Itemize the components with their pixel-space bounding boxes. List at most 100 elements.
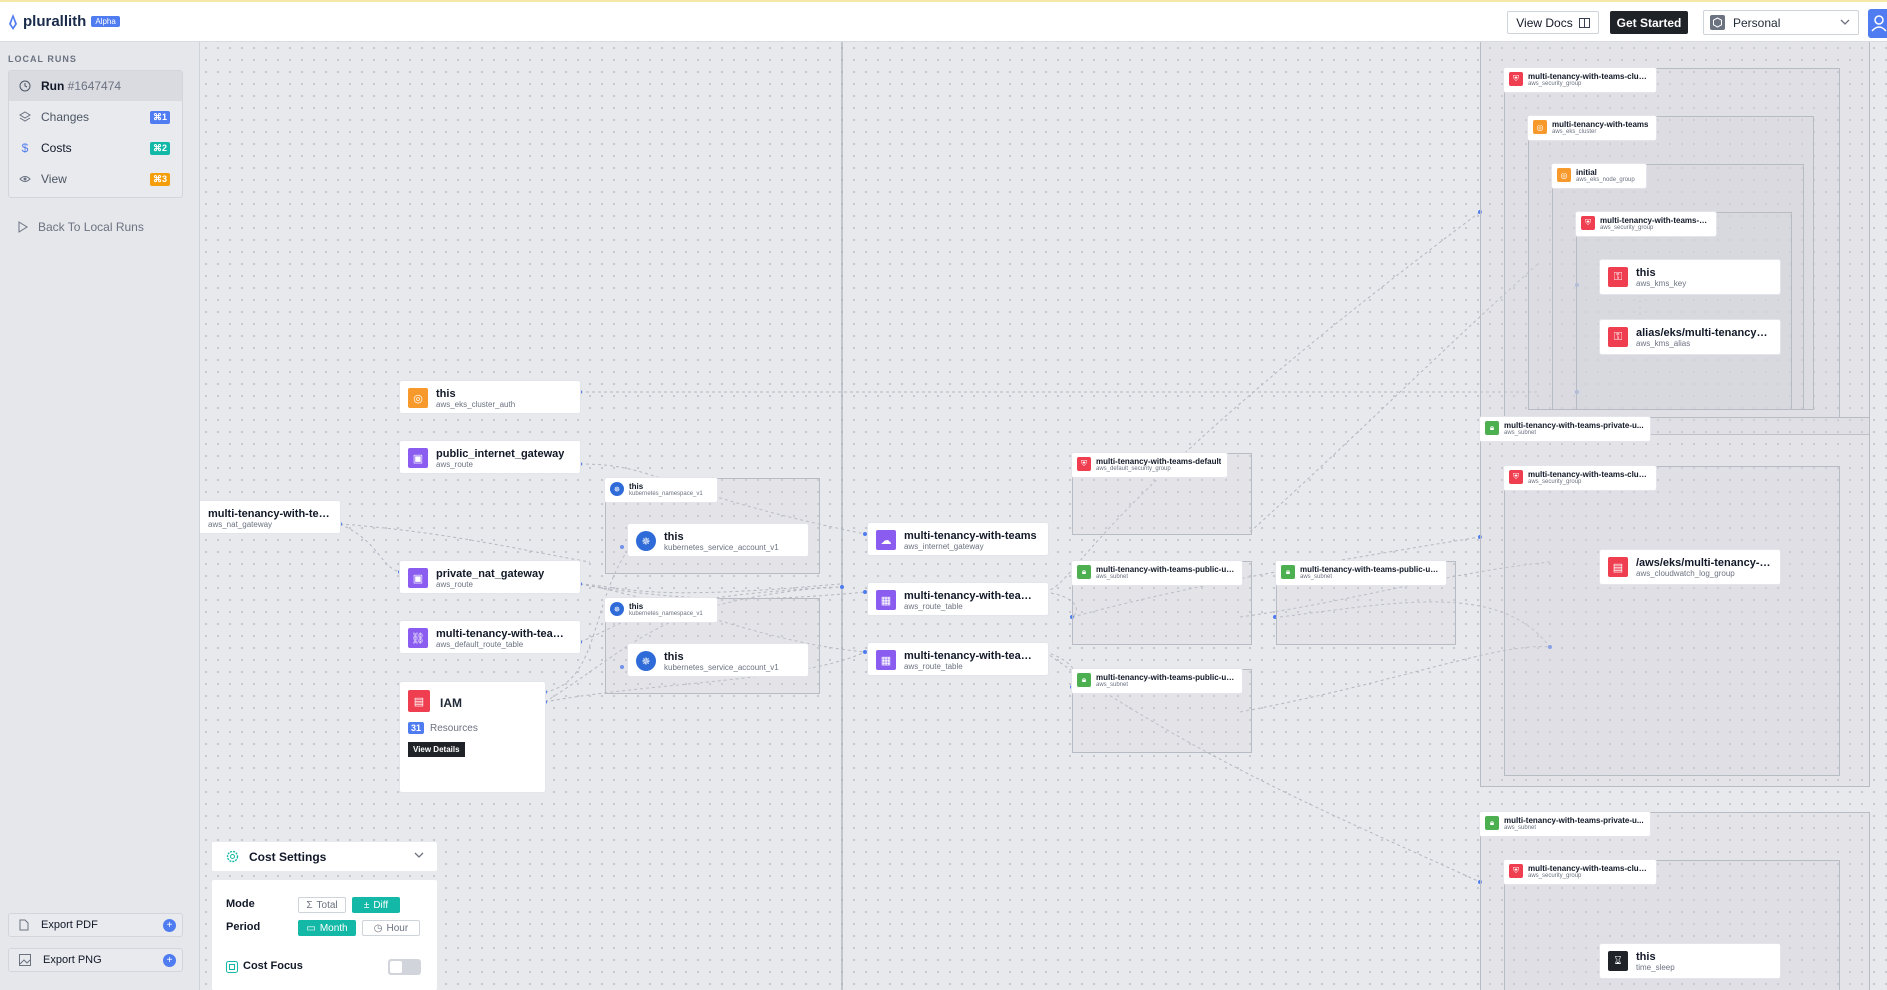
node-type: aws_nat_gateway — [208, 520, 273, 529]
cluster-sg-group-2 — [1504, 466, 1840, 776]
eks-icon: ◎ — [1533, 120, 1547, 134]
layers-icon — [19, 111, 31, 122]
iam-resource-count: 31 Resources — [408, 722, 478, 734]
node-cloudwatch-log-group[interactable]: ▤ /aws/eks/multi-tenancy-wit... aws_cloud… — [1600, 550, 1780, 584]
export-pdf-button[interactable]: Export PDF + — [8, 913, 183, 937]
kubernetes-icon: ✵ — [636, 651, 656, 671]
run-id: #1647474 — [67, 79, 122, 93]
node-cluster-security-group-3[interactable]: ⛨ multi-tenancy-with-teams-cluster aws_se… — [1504, 860, 1656, 884]
focus-icon — [226, 961, 238, 973]
node-title: multi-tenancy-with-teams — [904, 530, 1037, 542]
node-nat-gateway[interactable]: multi-tenancy-with-teams-...aws_nat_gate… — [200, 501, 340, 533]
node-public-route[interactable]: ▣ public_internet_gateway aws_route — [400, 441, 580, 473]
node-cluster-security-group-2[interactable]: ⛨ multi-tenancy-with-teams-cluster aws_se… — [1504, 466, 1656, 490]
node-private-subnet-1[interactable]: 🔒︎ multi-tenancy-with-teams-private-u...… — [1480, 417, 1650, 441]
export-png-label: Export PNG — [43, 954, 102, 966]
mode-total-button[interactable]: Σ Total — [298, 897, 346, 913]
node-route-table-2[interactable]: ▦ multi-tenancy-with-teams-... aws_route_… — [868, 643, 1048, 675]
node-eks-cluster[interactable]: ◎ multi-tenancy-with-teams aws_eks_cluste… — [1528, 116, 1656, 140]
brand[interactable]: plurallith Alpha — [8, 13, 120, 30]
graph-canvas[interactable]: ◎ this aws_eks_cluster_auth ▣ public_inte… — [200, 42, 1887, 990]
workspace-icon — [1710, 15, 1725, 30]
node-type: aws_security_group — [1528, 873, 1582, 879]
node-default-security-group[interactable]: ⛨ multi-tenancy-with-teams-default aws_de… — [1072, 453, 1227, 477]
shield-icon: ⛨ — [1581, 216, 1595, 230]
user-icon — [1871, 15, 1887, 32]
shield-icon: ⛨ — [1509, 72, 1523, 86]
node-service-account-1[interactable]: ✵ this kubernetes_service_account_v1 — [628, 524, 808, 556]
node-public-subnet-1[interactable]: 🔒︎ multi-tenancy-with-teams-public-us...… — [1072, 561, 1242, 585]
sidebar-item-changes[interactable]: Changes ⌘1 — [9, 102, 182, 132]
cost-settings-header[interactable]: Cost Settings — [212, 842, 437, 871]
node-namespace-1[interactable]: ✵ this kubernetes_namespace_v1 — [605, 478, 717, 502]
node-type: kubernetes_namespace_v1 — [629, 491, 703, 497]
key-icon: ⚿ — [1608, 327, 1628, 347]
period-month-label: Month — [319, 922, 348, 934]
sidebar-item-costs[interactable]: $ Costs ⌘2 — [9, 133, 182, 163]
node-type: aws_eks_node_group — [1576, 177, 1635, 183]
sidebar-item-view[interactable]: View ⌘3 — [9, 164, 182, 194]
top-bar: plurallith Alpha View Docs Get Started P… — [0, 0, 1887, 42]
node-type: aws_internet_gateway — [904, 542, 984, 551]
node-title: multi-tenancy-with-teams-cluster — [1528, 864, 1651, 873]
table-icon: ▦ — [876, 590, 896, 610]
hourglass-icon: ⌛︎ — [1608, 951, 1628, 971]
iam-group-node[interactable]: ▤ IAM 31 Resources View Details — [400, 682, 545, 792]
node-title: multi-tenancy-with-teams — [1552, 120, 1649, 129]
kubernetes-icon: ✵ — [610, 482, 624, 496]
node-type: aws_route — [436, 580, 473, 589]
node-title: multi-tenancy-with-teams-... — [904, 590, 1039, 602]
node-kms-key[interactable]: ⚿ this aws_kms_key — [1600, 260, 1780, 294]
period-month-button[interactable]: ▭ Month — [298, 920, 356, 936]
node-type: kubernetes_service_account_v1 — [664, 663, 779, 672]
user-menu-button[interactable] — [1868, 9, 1887, 38]
node-type: aws_eks_cluster — [1552, 129, 1597, 135]
node-title: /aws/eks/multi-tenancy-wit... — [1636, 557, 1771, 569]
node-cluster-security-group-1[interactable]: ⛨ multi-tenancy-with-teams-cluster aws_se… — [1504, 68, 1656, 92]
node-public-subnet-2[interactable]: 🔒︎ multi-tenancy-with-teams-public-us...… — [1072, 669, 1242, 693]
key-icon: ⚿ — [1608, 267, 1628, 287]
node-title: initial — [1576, 168, 1597, 177]
node-type: kubernetes_namespace_v1 — [629, 611, 703, 617]
node-public-subnet-3[interactable]: 🔒︎ multi-tenancy-with-teams-public-us...… — [1276, 561, 1446, 585]
node-route-table-1[interactable]: ▦ multi-tenancy-with-teams-... aws_route_… — [868, 583, 1048, 615]
view-shortcut: ⌘3 — [149, 172, 170, 186]
dollar-icon: $ — [21, 141, 29, 155]
export-png-button[interactable]: Export PNG + — [8, 948, 183, 972]
costs-shortcut: ⌘2 — [149, 141, 170, 155]
node-eks-node-group[interactable]: ◎ initial aws_eks_node_group — [1552, 164, 1646, 188]
node-internet-gateway[interactable]: ☁ multi-tenancy-with-teams aws_internet_g… — [868, 523, 1048, 555]
node-title: private_nat_gateway — [436, 568, 545, 580]
node-type: aws_default_security_group — [1096, 466, 1171, 472]
node-time-sleep[interactable]: ⌛︎ this time_sleep — [1600, 944, 1780, 978]
chevron-down-icon — [1840, 19, 1850, 25]
workspace-select[interactable]: Personal — [1703, 10, 1859, 35]
node-eks-cluster-auth[interactable]: ◎ this aws_eks_cluster_auth — [400, 381, 580, 413]
node-default-route-table[interactable]: ⛓ multi-tenancy-with-teams-... aws_defaul… — [400, 621, 580, 653]
node-kms-alias[interactable]: ⚿ alias/eks/multi-tenancy-wit... aws_kms_… — [1600, 320, 1780, 354]
node-private-subnet-2[interactable]: 🔒︎ multi-tenancy-with-teams-private-u...… — [1480, 812, 1650, 836]
workspace-name: Personal — [1733, 15, 1781, 30]
image-icon — [19, 954, 31, 966]
view-docs-button[interactable]: View Docs — [1507, 11, 1599, 34]
file-icon — [19, 919, 29, 931]
node-node-security-group[interactable]: ⛨ multi-tenancy-with-teams-node aws_secur… — [1576, 212, 1716, 236]
play-outline-icon — [18, 221, 28, 233]
lock-icon: 🔒︎ — [1281, 565, 1295, 579]
node-service-account-2[interactable]: ✵ this kubernetes_service_account_v1 — [628, 644, 808, 676]
node-title: this — [1636, 951, 1656, 963]
node-namespace-2[interactable]: ✵ this kubernetes_namespace_v1 — [605, 598, 717, 622]
node-private-route[interactable]: ▣ private_nat_gateway aws_route — [400, 561, 580, 593]
view-details-button[interactable]: View Details — [408, 742, 465, 757]
cost-focus-toggle[interactable] — [388, 959, 421, 975]
node-type: aws_kms_key — [1636, 279, 1687, 288]
mode-diff-button[interactable]: ± Diff — [352, 897, 400, 913]
settings-icon — [226, 850, 239, 863]
back-to-local-runs-link[interactable]: Back To Local Runs — [18, 220, 144, 234]
run-label: Run — [41, 79, 65, 93]
get-started-button[interactable]: Get Started — [1610, 11, 1688, 34]
sidebar-item-run[interactable]: Run #1647474 — [9, 71, 182, 101]
node-title: this — [664, 531, 684, 543]
node-title: multi-tenancy-with-teams-private-u... — [1504, 816, 1644, 825]
period-hour-button[interactable]: ◷ Hour — [362, 920, 420, 936]
